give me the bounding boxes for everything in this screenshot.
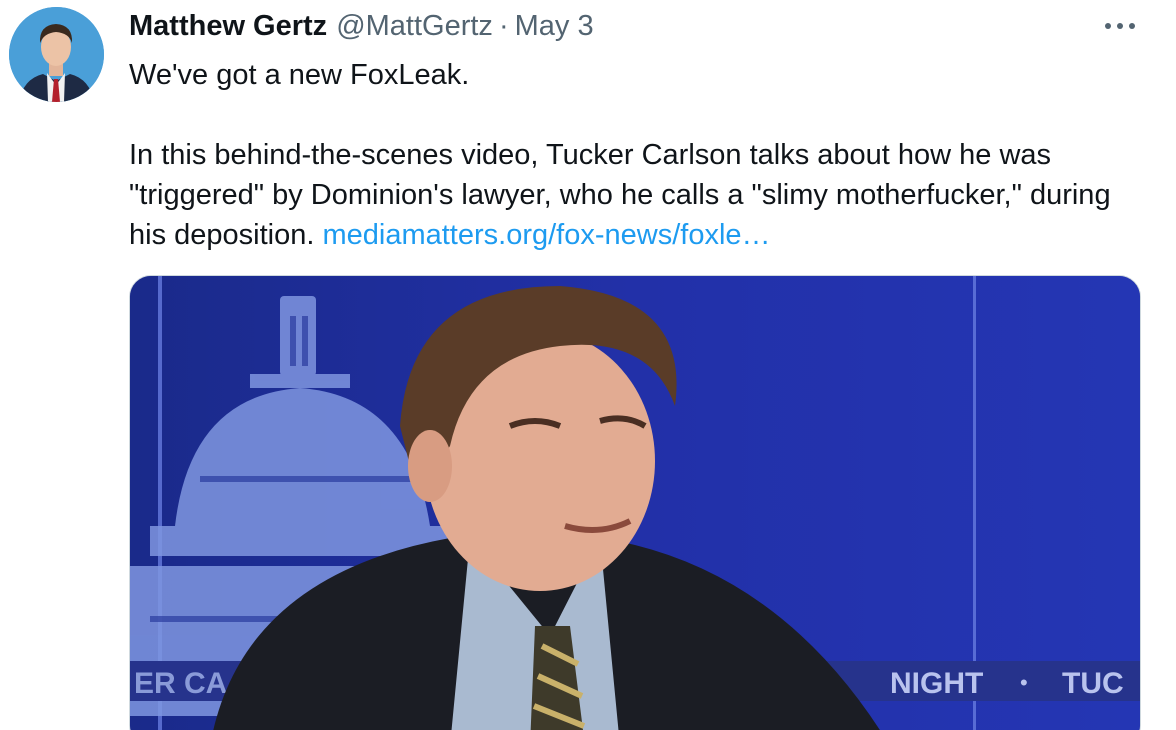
display-name[interactable]: Matthew Gertz — [129, 8, 327, 44]
tweet-text-paragraph: In this behind-the-scenes video, Tucker … — [129, 135, 1139, 255]
ticker-separator: • — [1020, 670, 1028, 695]
avatar-image — [9, 7, 104, 102]
user-handle[interactable]: @MattGertz — [336, 8, 493, 44]
more-options-button[interactable] — [1103, 14, 1137, 38]
ticker-left-text: ER CA — [134, 667, 227, 700]
tweet[interactable]: Matthew Gertz @MattGertz · May 3 We've g… — [0, 0, 1176, 730]
separator-dot: · — [498, 10, 509, 42]
more-horizontal-icon — [1105, 23, 1135, 29]
video-frame: ER CA NIGHT • TUC — [130, 276, 1140, 730]
article-link[interactable]: mediamatters.org/fox-news/foxle… — [322, 219, 770, 251]
tweet-text: We've got a new FoxLeak. In this behind-… — [129, 55, 1139, 255]
tweet-text-line-1: We've got a new FoxLeak. — [129, 59, 470, 91]
video-thumbnail[interactable]: ER CA NIGHT • TUC — [129, 275, 1141, 730]
tweet-date[interactable]: May 3 — [515, 8, 594, 44]
ticker-right-text-2: TUC — [1062, 667, 1124, 700]
avatar[interactable] — [9, 7, 104, 102]
tweet-header: Matthew Gertz @MattGertz · May 3 — [129, 8, 594, 44]
ticker-right-text: NIGHT — [890, 667, 983, 700]
